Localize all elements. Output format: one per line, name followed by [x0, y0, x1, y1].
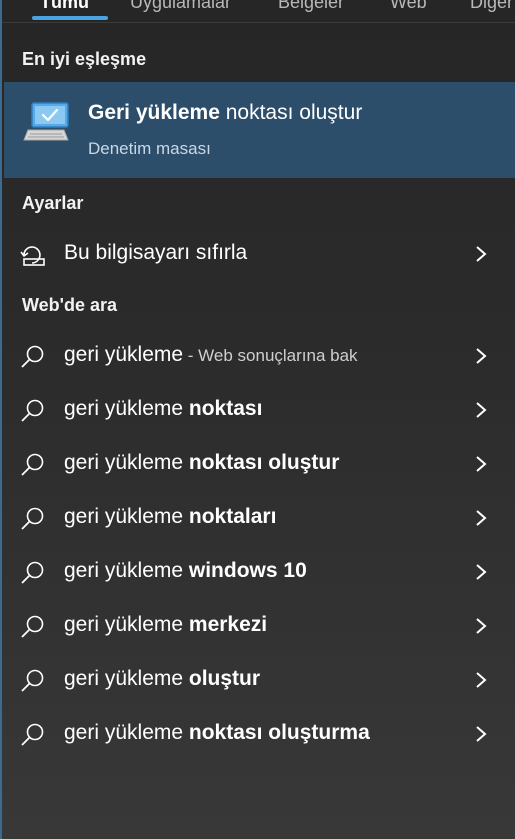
web-result-row[interactable]: geri yükleme noktası oluşturma [4, 708, 515, 760]
chevron-right-icon[interactable] [474, 562, 488, 582]
chevron-right-icon[interactable] [474, 454, 488, 474]
search-icon [21, 345, 44, 368]
computer-restore-icon [23, 102, 69, 141]
tab-apps[interactable]: Uygulamalar [130, 0, 231, 16]
settings-item-label: Bu bilgisayarı sıfırla [64, 241, 248, 264]
web-result-row[interactable]: geri yükleme noktası [4, 384, 515, 436]
web-result-text: geri yükleme oluştur [64, 667, 261, 690]
search-icon [21, 723, 44, 746]
filter-tabs: Tümü Uygulamalar Belgeler Web Diğer [2, 0, 515, 34]
chevron-right-icon[interactable] [474, 508, 488, 528]
web-result-text: geri yükleme noktası [64, 397, 263, 420]
search-icon [21, 399, 44, 422]
web-result-text: geri yükleme noktası oluşturma [64, 721, 370, 744]
tab-web[interactable]: Web [390, 0, 427, 16]
web-result-text: geri yükleme merkezi [64, 613, 268, 636]
chevron-right-icon[interactable] [474, 616, 488, 636]
web-result-row[interactable]: geri yükleme oluştur [4, 654, 515, 706]
search-icon [21, 507, 44, 530]
web-result-text: geri yükleme noktası oluştur [64, 451, 340, 474]
reset-pc-icon [20, 246, 45, 266]
search-icon [21, 669, 44, 692]
web-result-row[interactable]: geri yükleme merkezi [4, 600, 515, 652]
web-result-row[interactable]: geri yükleme noktası oluştur [4, 438, 515, 490]
tab-more[interactable]: Diğer [470, 0, 513, 16]
search-icon [21, 615, 44, 638]
tab-all[interactable]: Tümü [40, 0, 89, 16]
search-results-panel: Tümü Uygulamalar Belgeler Web Diğer En i… [0, 0, 515, 839]
search-icon [21, 453, 44, 476]
tab-documents[interactable]: Belgeler [278, 0, 344, 16]
web-result-row[interactable]: geri yükleme noktaları [4, 492, 515, 544]
section-title-settings: Ayarlar [22, 193, 84, 213]
best-match-subtitle: Denetim masası [88, 139, 211, 158]
active-tab-indicator [32, 16, 108, 20]
tabs-divider [2, 22, 515, 23]
web-result-row[interactable]: geri yükleme - Web sonuçlarına bak [4, 330, 515, 382]
web-result-text: geri yükleme - Web sonuçlarına bak [64, 343, 358, 366]
chevron-right-icon[interactable] [474, 346, 488, 366]
settings-item-reset-pc[interactable]: Bu bilgisayarı sıfırla [4, 228, 515, 280]
chevron-right-icon[interactable] [474, 724, 488, 744]
web-result-text: geri yükleme windows 10 [64, 559, 307, 582]
search-icon [21, 561, 44, 584]
section-title-best-match: En iyi eşleşme [22, 49, 147, 69]
best-match-item[interactable]: Geri yükleme noktası oluştur Denetim mas… [4, 82, 515, 178]
chevron-right-icon[interactable] [474, 400, 488, 420]
chevron-right-icon[interactable] [474, 670, 488, 690]
web-result-row[interactable]: geri yükleme windows 10 [4, 546, 515, 598]
chevron-right-icon[interactable] [474, 244, 488, 264]
best-match-title: Geri yükleme noktası oluştur [88, 101, 363, 124]
web-result-text: geri yükleme noktaları [64, 505, 277, 528]
section-title-web: Web'de ara [22, 295, 117, 315]
